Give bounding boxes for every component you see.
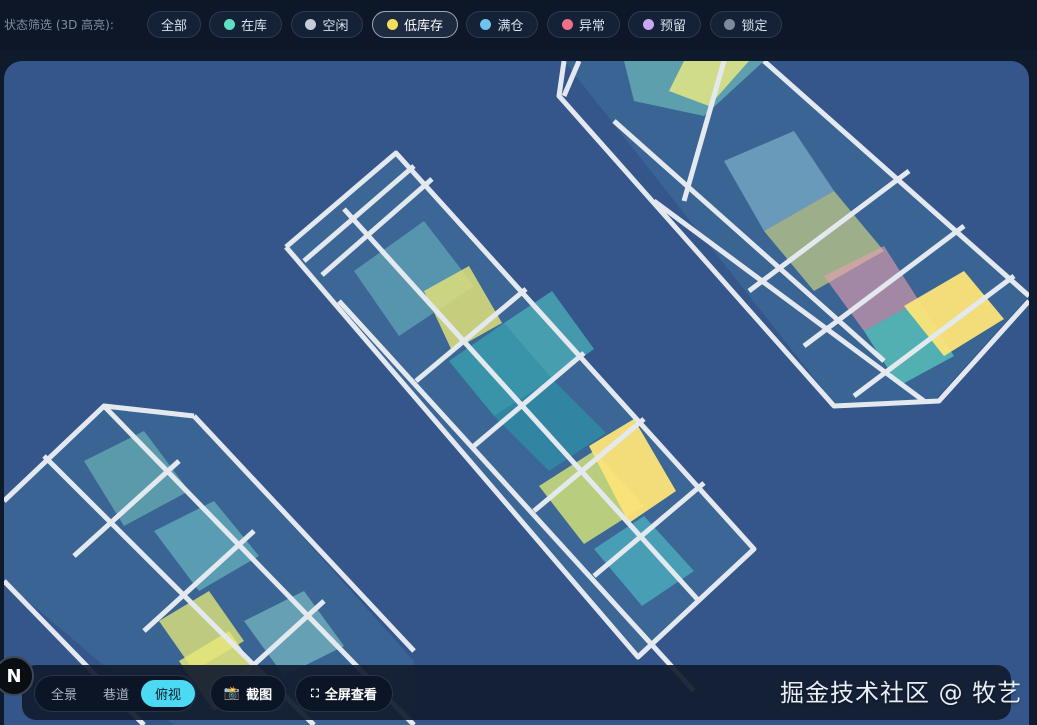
status-dot-icon [223, 19, 235, 30]
view-mode-group: 全景 巷道 俯视 [34, 675, 196, 712]
chip-label: 在库 [240, 19, 267, 34]
fullscreen-icon: ⛶ [311, 686, 319, 700]
camera-icon: 📸 [223, 686, 241, 701]
filter-chip-full[interactable]: 满仓 [466, 11, 538, 38]
status-dot-icon [305, 19, 317, 30]
filter-label: 状态筛选 (3D 高亮): [4, 18, 114, 32]
screenshot-button[interactable]: 📸 截图 [210, 675, 286, 712]
status-filter-bar: 状态筛选 (3D 高亮): 全部 在库 空闲 低库存 满仓 异常 预留 锁定 [0, 0, 1037, 50]
watermark-text: 掘金技术社区 @ 牧艺 [780, 679, 1023, 707]
filter-chip-all[interactable]: 全部 [147, 11, 201, 38]
view-overview-button[interactable]: 全景 [41, 680, 87, 707]
chip-label: 满仓 [497, 19, 524, 34]
fullscreen-label: 全屏查看 [324, 688, 377, 703]
chip-label: 空闲 [322, 19, 349, 34]
chip-label: 低库存 [403, 19, 443, 34]
chip-label: 锁定 [741, 19, 768, 34]
view-aisle-button[interactable]: 巷道 [93, 680, 139, 707]
chip-label: 预留 [659, 19, 686, 34]
warehouse-3d-canvas[interactable] [4, 61, 1029, 725]
rack-right[interactable] [556, 61, 1029, 409]
status-dot-icon [561, 19, 573, 30]
filter-chip-reserved[interactable]: 预留 [628, 11, 701, 38]
status-dot-icon [642, 19, 654, 30]
filter-chip-locked[interactable]: 锁定 [710, 11, 782, 38]
rack-scene [4, 61, 1029, 725]
filter-chip-in-stock[interactable]: 在库 [209, 11, 282, 38]
status-dot-icon [480, 19, 492, 30]
filter-chip-idle[interactable]: 空闲 [291, 11, 363, 38]
screenshot-label: 截图 [246, 688, 273, 703]
view-top-button[interactable]: 俯视 [141, 680, 195, 707]
filter-chip-abnormal[interactable]: 异常 [547, 11, 620, 38]
fullscreen-button[interactable]: ⛶ 全屏查看 [295, 675, 393, 712]
chip-label: 异常 [578, 19, 605, 34]
status-dot-icon [386, 19, 398, 30]
chip-label: 全部 [160, 19, 187, 34]
status-dot-icon [724, 19, 736, 30]
filter-chip-low-stock[interactable]: 低库存 [372, 11, 458, 38]
